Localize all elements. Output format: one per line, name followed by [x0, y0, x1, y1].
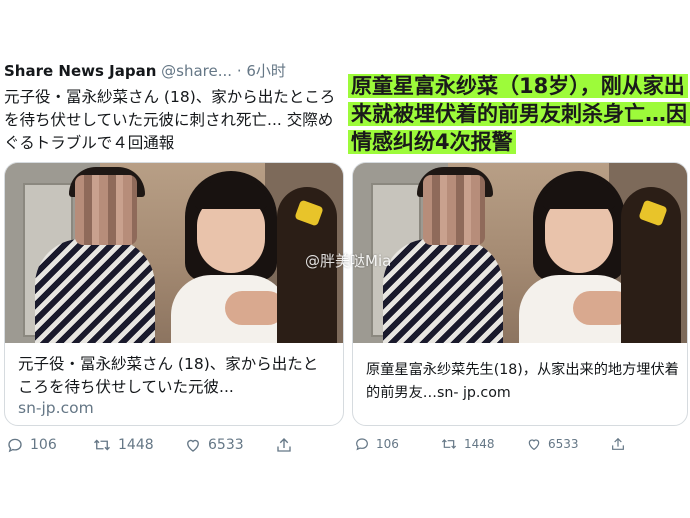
reply-button[interactable]: 106 — [6, 436, 57, 454]
retweet-icon — [94, 439, 110, 451]
share-button[interactable] — [275, 436, 299, 454]
retweet-count: 1448 — [118, 437, 154, 453]
share-button[interactable] — [610, 436, 632, 452]
retweet-button[interactable]: 1448 — [92, 436, 154, 454]
blurred-face — [423, 175, 485, 245]
card-title[interactable]: 原童星富永纱菜先生(18)，从家出来的地方埋伏着的前男友…sn- jp.com — [366, 359, 684, 405]
separator-dot: · — [236, 62, 242, 80]
card-title[interactable]: 元子役・冨永紗菜さん (18)、家から出たところを待ち伏せしていた元彼... — [18, 353, 330, 399]
tweet-time[interactable]: 6小时 — [246, 62, 286, 80]
share-icon — [612, 437, 624, 450]
action-bar: 106 1448 6533 — [348, 436, 690, 458]
heart-icon — [187, 439, 199, 452]
like-button[interactable]: 6533 — [184, 436, 244, 454]
like-count: 6533 — [208, 437, 244, 453]
author-handle[interactable]: @share... — [161, 62, 232, 80]
reply-count: 106 — [376, 437, 399, 451]
like-count: 6533 — [548, 437, 579, 451]
like-button[interactable]: 6533 — [526, 436, 579, 452]
chinese-tweet[interactable]: 原童星富永纱菜（18岁），刚从家出来就被埋伏着的前男友刺杀身亡…因情感纠纷4次报… — [348, 0, 690, 518]
screenshot-composite: Share News Japan @share... · 6小时 元子役・冨永紗… — [0, 0, 690, 518]
weibo-watermark: @胖美哒Mia — [305, 252, 392, 270]
hand — [225, 291, 285, 325]
tweet-header: Share News Japan @share... · 6小时 — [4, 60, 286, 81]
girl-bangs — [543, 181, 615, 209]
woman-figure — [383, 239, 503, 343]
retweet-count: 1448 — [464, 437, 495, 451]
headline-overlay: 原童星富永纱菜（18岁），刚从家出来就被埋伏着的前男友刺杀身亡…因情感纠纷4次报… — [348, 72, 690, 156]
tweet-text: 元子役・冨永紗菜さん (18)、家から出たところを待ち伏せしていた元彼に刺され死… — [4, 88, 336, 152]
blurred-face — [75, 175, 137, 245]
author-name[interactable]: Share News Japan — [4, 62, 156, 80]
link-card[interactable]: 元子役・冨永紗菜さん (18)、家から出たところを待ち伏せしていた元彼... s… — [4, 162, 344, 426]
heart-icon — [528, 439, 540, 451]
retweet-button[interactable]: 1448 — [440, 436, 495, 452]
headline-text: 原童星富永纱菜（18岁），刚从家出来就被埋伏着的前男友刺杀身亡…因情感纠纷4次报… — [348, 74, 690, 154]
card-image — [353, 163, 687, 343]
card-domain[interactable]: sn-jp.com — [18, 399, 94, 417]
link-card[interactable]: 原童星富永纱菜先生(18)，从家出来的地方埋伏着的前男友…sn- jp.com — [352, 162, 688, 426]
card-image — [5, 163, 343, 343]
retweet-icon — [441, 439, 457, 449]
reply-icon — [356, 438, 368, 451]
reply-count: 106 — [30, 437, 57, 453]
action-bar: 106 1448 6533 — [0, 436, 348, 458]
reply-button[interactable]: 106 — [354, 436, 399, 452]
share-icon — [277, 438, 291, 452]
girl-bangs — [195, 181, 267, 209]
japanese-tweet[interactable]: Share News Japan @share... · 6小时 元子役・冨永紗… — [0, 0, 348, 518]
reply-icon — [8, 438, 22, 453]
woman-figure — [35, 239, 155, 343]
